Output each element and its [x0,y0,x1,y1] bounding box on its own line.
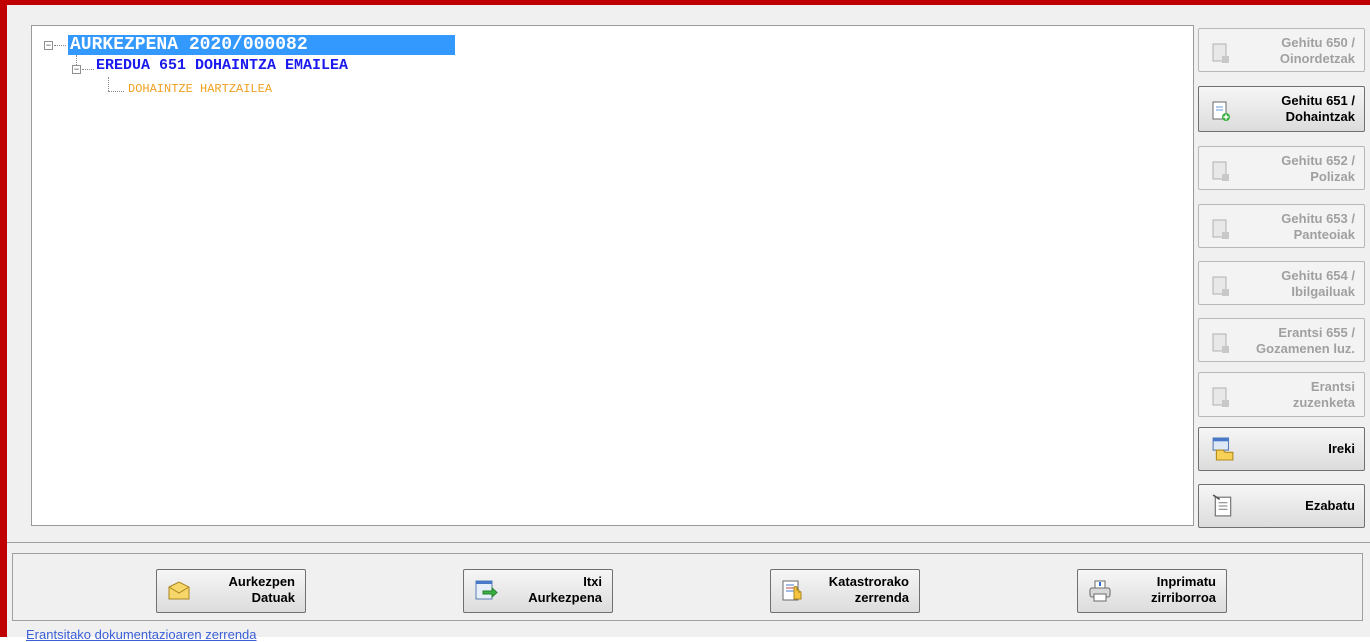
add-654-button[interactable]: Gehitu 654 / Ibilgailuak [1198,261,1365,305]
cadastre-list-label-1: Katastrorako [828,574,909,589]
section-divider [7,542,1370,543]
add-653-button[interactable]: Gehitu 653 / Panteoiak [1198,204,1365,248]
tree-connector [108,91,124,92]
presentation-data-button[interactable]: Aurkezpen Datuak [156,569,306,613]
attach-correction-button[interactable]: Erantsi zuzenketa [1198,372,1365,417]
tree-connector [54,45,66,46]
delete-button[interactable]: Ezabatu [1198,484,1365,528]
open-button[interactable]: Ireki [1198,427,1365,471]
attached-documents-link[interactable]: Erantsitako dokumentazioaren zerrenda [26,627,257,642]
add-652-button[interactable]: Gehitu 652 / Polizak [1198,146,1365,190]
print-draft-label-1: Inprimatu [1156,574,1216,589]
attach-correction-label-2: zuzenketa [1292,395,1355,410]
document-add-icon [1212,101,1230,121]
attach-correction-label-1: Erantsi [1310,379,1355,394]
presentation-data-label-2: Datuak [251,590,295,605]
add-651-label-2: Dohaintzak [1285,109,1355,124]
add-650-label-2: Oinordetzak [1279,51,1355,66]
cadastre-list-button[interactable]: Katastrorako zerrenda [770,569,920,613]
cadastre-list-label-2: zerrenda [854,590,909,605]
add-652-label-2: Polizak [1310,169,1355,184]
add-651-button[interactable]: Gehitu 651 / Dohaintzak [1198,86,1365,132]
open-folder-icon [1212,437,1234,461]
delete-document-icon [1212,494,1232,517]
printer-icon [1089,580,1111,602]
document-add-icon [1212,161,1229,181]
attach-655-button[interactable]: Erantsi 655 / Gozamenen luz. [1198,318,1365,362]
document-add-icon [1212,333,1229,353]
presentation-data-label-1: Aurkezpen [228,574,295,589]
add-653-label-1: Gehitu 653 / [1281,211,1355,226]
delete-label: Ezabatu [1305,498,1355,513]
document-add-icon [1212,219,1229,239]
collapse-root-icon[interactable]: − [44,41,53,50]
close-presentation-label-2: Aurkezpena [528,590,602,605]
document-add-icon [1212,276,1229,296]
envelope-icon [168,581,190,600]
tree-connector [108,77,109,91]
close-presentation-label-1: Itxi [583,574,602,589]
tree-connector [82,69,94,70]
print-draft-label-2: zirriborroa [1150,590,1216,605]
open-label: Ireki [1328,441,1355,456]
add-654-label-2: Ibilgailuak [1291,284,1355,299]
presentation-tree[interactable]: − AURKEZPENA 2020/000082 − EREDUA 651 DO… [31,25,1194,526]
add-651-label-1: Gehitu 651 / [1281,93,1355,108]
add-650-label-1: Gehitu 650 / [1281,35,1355,50]
collapse-child-icon[interactable]: − [72,65,81,74]
close-presentation-button[interactable]: Itxi Aurkezpena [463,569,613,613]
attach-655-label-1: Erantsi 655 / [1278,325,1355,340]
close-window-icon [475,580,498,600]
print-draft-button[interactable]: Inprimatu zirriborroa [1077,569,1227,613]
add-652-label-1: Gehitu 652 / [1281,153,1355,168]
list-hand-icon [782,580,802,601]
document-add-icon [1212,43,1229,63]
add-650-button[interactable]: Gehitu 650 / Oinordetzak [1198,28,1365,72]
tree-child-node[interactable]: EREDUA 651 DOHAINTZA EMAILEA [96,57,348,74]
tree-leaf-node[interactable]: DOHAINTZE HARTZAILEA [128,82,272,96]
tree-root-node[interactable]: AURKEZPENA 2020/000082 [68,35,455,55]
add-654-label-1: Gehitu 654 / [1281,268,1355,283]
add-653-label-2: Panteoiak [1293,227,1355,242]
attach-655-label-2: Gozamenen luz. [1256,341,1355,356]
document-add-icon [1212,387,1229,407]
